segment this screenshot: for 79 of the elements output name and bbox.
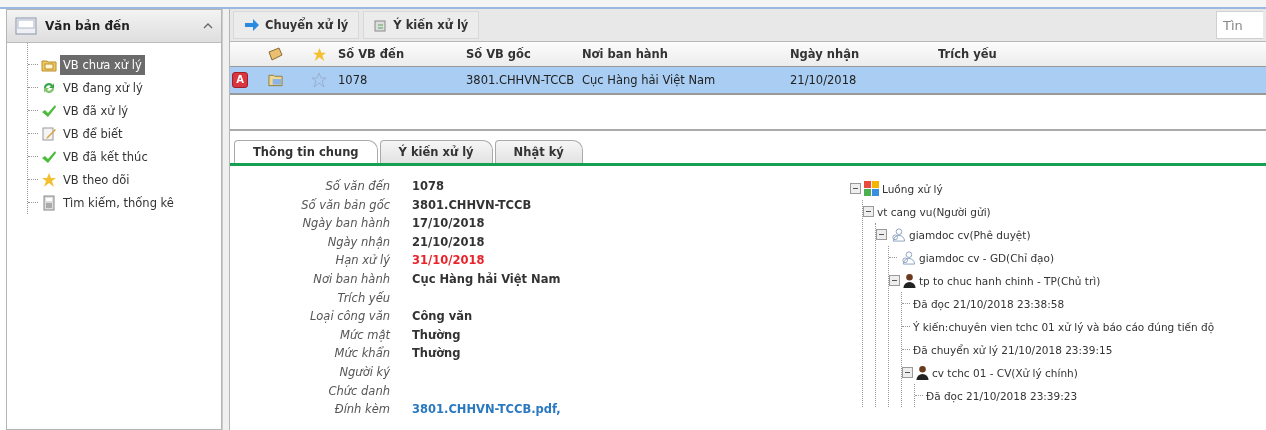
field-label: Số văn đến (324, 178, 390, 195)
collapse-toggle[interactable] (902, 367, 913, 378)
users-icon (900, 250, 916, 265)
field-value: Thường (412, 326, 462, 344)
collapse-caret-icon[interactable] (203, 23, 213, 29)
panel-title: Văn bản đến (45, 19, 131, 33)
tree-node-label: vt cang vu(Người gửi) (877, 205, 991, 218)
arrow-right-icon (244, 19, 260, 31)
calculator-icon (41, 194, 57, 211)
tree-node-label: giamdoc cv - GD(Chỉ đạo) (919, 251, 1055, 264)
tab[interactable]: Ý kiến xử lý (379, 140, 493, 163)
document-icon (374, 18, 389, 32)
star-icon (311, 46, 327, 62)
folder-icon (267, 73, 283, 87)
field-label: Số văn bản gốc (300, 196, 390, 214)
collapse-toggle[interactable] (889, 275, 900, 286)
field-label: Chức danh (327, 382, 390, 400)
tree-node-label: Luồng xử lý (882, 182, 943, 195)
star-icon (41, 171, 57, 188)
field-label: Ngày ban hành (301, 215, 390, 233)
tree-node-label: giamdoc cv(Phê duyệt) (909, 228, 1031, 241)
collapse-toggle[interactable] (850, 183, 861, 194)
tree-node-label: Ý kiến:chuyên vien tchc 01 xử lý và báo cáo đúng tiến độ (913, 320, 1215, 333)
nav-item[interactable]: VB chưa xử lý (60, 54, 145, 75)
tree-node-label: tp to chuc hanh chinh - TP(Chủ trì) (919, 274, 1101, 287)
tree-node-label: Đã đọc 21/10/2018 23:39:23 (926, 389, 1078, 402)
nav-item[interactable]: VB đang xử lý (60, 77, 146, 98)
user-icon (903, 273, 916, 288)
field-value: Cục Hàng hải Việt Nam (412, 270, 562, 288)
field-value: 17/10/2018 (412, 215, 486, 233)
tree-node-label: Đã chuyển xử lý 21/10/2018 23:39:15 (913, 343, 1113, 356)
deadline-value: 31/10/2018 (412, 252, 486, 270)
field-label: Mức khẩn (333, 345, 390, 363)
field-label: Trích yếu (336, 289, 390, 307)
column-header: Số VB đến (338, 47, 405, 61)
tree-node-label: Đã đọc 21/10/2018 23:38:58 (913, 297, 1065, 310)
inbox-icon (15, 16, 37, 36)
tab[interactable]: Nhật ký (494, 140, 583, 163)
field-label: Ngày nhận (326, 233, 390, 251)
field-label: Người ký (338, 363, 390, 381)
table-cell: 1078 (338, 73, 368, 87)
field-label: Loại công văn (308, 308, 390, 326)
collapse-toggle[interactable] (876, 229, 887, 240)
nav-item[interactable]: Tìm kiếm, thống kê (60, 192, 177, 213)
tab[interactable]: Thông tin chung (234, 140, 378, 163)
user-icon (916, 365, 929, 380)
column-header: Nơi ban hành (582, 47, 668, 61)
attachment-link[interactable]: 3801.CHHVN-TCCB.pdf, (412, 400, 850, 419)
field-label: Mức mật (339, 326, 390, 344)
table-cell: Cục Hàng hải Việt Nam (582, 73, 716, 87)
tree-node-label: cv tchc 01 - CV(Xử lý chính) (932, 366, 1078, 379)
field-value: 21/10/2018 (412, 233, 486, 251)
nav-item[interactable]: VB theo dõi (60, 169, 133, 190)
column-header: Ngày nhận (790, 47, 860, 61)
tiles-icon (864, 181, 879, 196)
collapse-toggle[interactable] (863, 206, 874, 217)
column-header: Trích yếu (938, 47, 997, 61)
nav-item[interactable]: VB đã kết thúc (60, 146, 151, 167)
nav-item[interactable]: VB đã xử lý (60, 100, 132, 121)
table-row[interactable]: A 1078 3801.CHHVN-TCCB Cục Hàng hải Việt Nam 21/10/2018 (230, 67, 1266, 95)
table-cell: 3801.CHHVN-TCCB (466, 73, 575, 87)
search-field[interactable]: Tìn (1216, 11, 1263, 39)
table-cell: 21/10/2018 (790, 73, 857, 87)
status-badge: A (232, 72, 248, 88)
field-value: Thường (412, 345, 462, 363)
column-header: Số VB gốc (466, 47, 531, 61)
field-value: Công văn (412, 308, 474, 326)
nav-item[interactable]: VB để biết (60, 123, 126, 144)
notebook-icon (267, 47, 283, 61)
users-icon (890, 227, 906, 242)
field-value: 3801.CHHVN-TCCB (412, 196, 533, 214)
field-value: 1078 (412, 178, 445, 195)
star-toggle-icon[interactable] (311, 72, 327, 88)
field-label: Nơi ban hành (312, 270, 390, 288)
field-label: Đính kèm (333, 401, 390, 419)
field-label: Hạn xử lý (334, 252, 390, 270)
forward-button[interactable]: Chuyển xử lý (233, 11, 360, 39)
note-icon (41, 125, 57, 142)
comment-button[interactable]: Ý kiến xử lý (363, 11, 480, 39)
